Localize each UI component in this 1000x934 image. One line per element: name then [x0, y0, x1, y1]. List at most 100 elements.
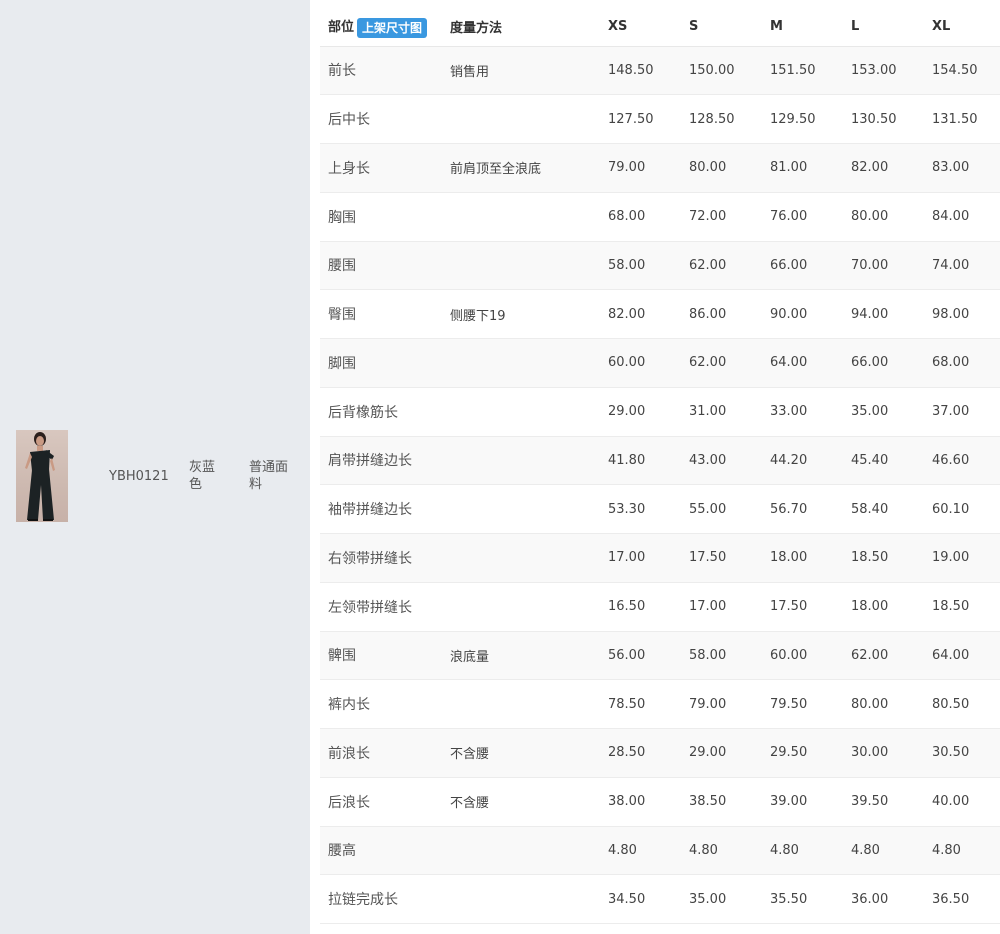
row-part-name: 右领带拼缝长 — [328, 550, 412, 567]
row-value-l: 66.00 — [851, 355, 889, 371]
row-value-s: 38.50 — [689, 794, 727, 810]
row-value-s: 35.00 — [689, 891, 727, 907]
table-row: 胸围 68.00 72.00 76.00 80.00 84.00 — [320, 192, 1000, 241]
product-fabric: 普通面料 — [249, 460, 289, 492]
row-value-s: 58.00 — [689, 647, 727, 663]
header-size-l: L — [851, 19, 860, 35]
row-measure-method: 前肩顶至全浪底 — [450, 162, 542, 178]
row-value-m: 39.00 — [770, 794, 808, 810]
row-value-xl: 68.00 — [932, 355, 970, 371]
row-value-m: 44.20 — [770, 452, 808, 468]
row-part-name: 后浪长 — [328, 794, 370, 811]
row-value-xs: 78.50 — [608, 696, 646, 712]
row-part-name: 腰围 — [328, 258, 356, 275]
header-size-m: M — [770, 19, 783, 35]
row-value-xl: 4.80 — [932, 842, 961, 858]
row-value-s: 72.00 — [689, 209, 727, 225]
row-value-s: 62.00 — [689, 257, 727, 273]
row-value-xs: 41.80 — [608, 452, 646, 468]
row-value-s: 79.00 — [689, 696, 727, 712]
row-part-name: 后中长 — [328, 112, 370, 129]
row-value-l: 58.40 — [851, 501, 889, 517]
header-size-xl: XL — [932, 19, 951, 35]
row-value-m: 60.00 — [770, 647, 808, 663]
row-value-m: 18.00 — [770, 550, 808, 566]
product-thumbnail[interactable] — [16, 430, 68, 522]
table-row: 拉链完成长 34.50 35.00 35.50 36.00 36.50 — [320, 874, 1000, 924]
row-value-xs: 34.50 — [608, 891, 646, 907]
row-part-name: 裤内长 — [328, 697, 370, 714]
row-part-name: 后背橡筋长 — [328, 404, 398, 421]
row-part-name: 臀围 — [328, 307, 356, 324]
row-value-l: 94.00 — [851, 306, 889, 322]
row-part-name: 髀围 — [328, 648, 356, 665]
table-row: 上身长 前肩顶至全浪底 79.00 80.00 81.00 82.00 83.00 — [320, 143, 1000, 193]
row-value-xl: 36.50 — [932, 891, 970, 907]
row-value-xl: 154.50 — [932, 62, 978, 78]
row-measure-method — [450, 534, 608, 583]
row-measure-method — [450, 192, 608, 241]
row-value-s: 55.00 — [689, 501, 727, 517]
row-value-s: 31.00 — [689, 404, 727, 420]
header-part: 部位 上架尺寸图 — [320, 8, 450, 46]
row-part-name: 脚围 — [328, 355, 356, 372]
row-value-m: 33.00 — [770, 404, 808, 420]
row-measure-method: 不含腰 — [450, 796, 490, 812]
row-value-xl: 30.50 — [932, 745, 970, 761]
row-value-xs: 60.00 — [608, 355, 646, 371]
row-value-xl: 131.50 — [932, 111, 978, 127]
row-value-m: 79.50 — [770, 696, 808, 712]
table-row: 裤内长 78.50 79.00 79.50 80.00 80.50 — [320, 679, 1000, 729]
row-part-name: 左领带拼缝长 — [328, 599, 412, 616]
row-value-xs: 4.80 — [608, 842, 637, 858]
row-value-xs: 79.00 — [608, 160, 646, 176]
row-value-m: 29.50 — [770, 745, 808, 761]
listing-size-chart-button[interactable]: 上架尺寸图 — [357, 17, 428, 38]
header-size-xs: XS — [608, 19, 628, 35]
table-body: 前长 销售用 148.50 150.00 151.50 153.00 154.50 后中长 12… — [320, 46, 1000, 924]
row-value-s: 86.00 — [689, 306, 727, 322]
row-value-l: 18.50 — [851, 550, 889, 566]
row-value-s: 43.00 — [689, 452, 727, 468]
row-value-s: 150.00 — [689, 62, 735, 78]
row-part-name: 前长 — [328, 63, 356, 80]
row-value-l: 36.00 — [851, 891, 889, 907]
table-row: 后浪长 不含腰 38.00 38.50 39.00 39.50 40.00 — [320, 777, 1000, 826]
row-value-xl: 19.00 — [932, 550, 970, 566]
row-part-name: 前浪长 — [328, 745, 370, 762]
row-value-s: 128.50 — [689, 111, 735, 127]
row-value-s: 4.80 — [689, 842, 718, 858]
row-value-m: 66.00 — [770, 257, 808, 273]
table-row: 髀围 浪底量 56.00 58.00 60.00 62.00 64.00 — [320, 631, 1000, 680]
row-part-name: 腰高 — [328, 843, 356, 860]
row-value-xl: 83.00 — [932, 160, 970, 176]
row-value-xl: 98.00 — [932, 306, 970, 322]
row-measure-method — [450, 582, 608, 631]
row-value-s: 17.50 — [689, 550, 727, 566]
row-value-xl: 37.00 — [932, 404, 970, 420]
row-value-l: 4.80 — [851, 842, 880, 858]
row-measure-method: 不含腰 — [450, 747, 490, 763]
row-value-m: 129.50 — [770, 111, 816, 127]
row-value-m: 35.50 — [770, 891, 808, 907]
row-value-l: 70.00 — [851, 257, 889, 273]
table-row: 脚围 60.00 62.00 64.00 66.00 68.00 — [320, 338, 1000, 388]
row-value-xs: 17.00 — [608, 550, 646, 566]
row-value-l: 82.00 — [851, 160, 889, 176]
row-value-m: 64.00 — [770, 355, 808, 371]
row-measure-method: 浪底量 — [450, 649, 490, 665]
row-value-l: 18.00 — [851, 599, 889, 615]
row-value-m: 4.80 — [770, 842, 799, 858]
product-info-panel: YBH0121 灰蓝色 普通面料 — [0, 0, 310, 934]
row-value-m: 81.00 — [770, 160, 808, 176]
row-value-xl: 80.50 — [932, 696, 970, 712]
table-row: 袖带拼缝边长 53.30 55.00 56.70 58.40 60.10 — [320, 484, 1000, 534]
row-value-xl: 84.00 — [932, 209, 970, 225]
row-value-xs: 29.00 — [608, 404, 646, 420]
size-chart-table: 部位 上架尺寸图 度量方法 XS S M L XL 前长 销售用 148.50 150.… — [320, 8, 1000, 924]
table-row: 肩带拼缝边长 41.80 43.00 44.20 45.40 46.60 — [320, 436, 1000, 485]
row-value-l: 153.00 — [851, 62, 897, 78]
row-part-name: 上身长 — [328, 160, 370, 177]
row-value-l: 39.50 — [851, 794, 889, 810]
row-value-l: 45.40 — [851, 452, 889, 468]
